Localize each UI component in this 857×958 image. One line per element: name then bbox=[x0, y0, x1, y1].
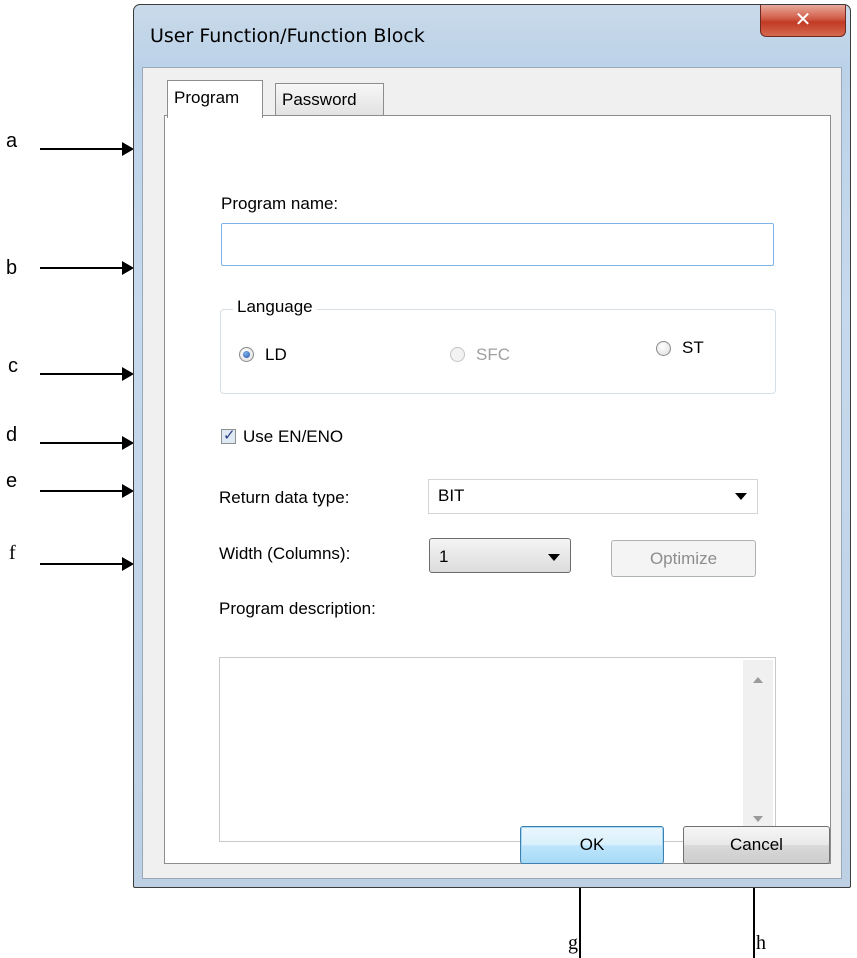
callout-e-arrow bbox=[40, 484, 134, 498]
callout-h: h bbox=[756, 932, 766, 954]
return-type-dropdown[interactable]: BIT bbox=[428, 479, 758, 514]
callout-a-arrow bbox=[40, 142, 134, 156]
optimize-button[interactable]: Optimize bbox=[611, 540, 756, 577]
dialog-window: User Function/Function Block ✕ Password … bbox=[133, 4, 851, 888]
checkmark-icon: ✓ bbox=[223, 426, 236, 444]
program-description-label: Program description: bbox=[219, 599, 376, 618]
width-columns-dropdown[interactable]: 1 bbox=[429, 538, 571, 573]
description-scrollbar[interactable] bbox=[743, 660, 773, 839]
return-type-value: BIT bbox=[438, 486, 465, 505]
radio-ld-label: LD bbox=[265, 345, 287, 364]
callout-d-arrow bbox=[40, 436, 134, 450]
width-columns-value: 1 bbox=[439, 547, 449, 566]
radio-ld[interactable] bbox=[239, 347, 254, 362]
radio-st[interactable] bbox=[656, 341, 671, 356]
callout-e: e bbox=[6, 470, 18, 492]
callout-f-arrow bbox=[40, 557, 134, 571]
callout-f: f bbox=[9, 542, 16, 564]
close-button[interactable]: ✕ bbox=[760, 5, 846, 37]
dialog-client-area: Password Program Program name: Language … bbox=[142, 67, 842, 879]
tab-password[interactable]: Password bbox=[275, 83, 384, 116]
scroll-down-arrow-icon[interactable] bbox=[753, 816, 763, 822]
callout-b-arrow bbox=[40, 261, 134, 275]
callout-g: g bbox=[568, 932, 578, 954]
chevron-down-icon bbox=[735, 493, 747, 500]
close-icon: ✕ bbox=[794, 7, 812, 31]
ok-button[interactable]: OK bbox=[520, 826, 664, 864]
callout-c: c bbox=[8, 355, 18, 377]
callout-d: d bbox=[6, 424, 18, 446]
return-type-label: Return data type: bbox=[219, 488, 350, 507]
callout-c-arrow bbox=[40, 367, 134, 381]
radio-st-label: ST bbox=[682, 338, 704, 357]
chevron-down-icon bbox=[548, 554, 560, 561]
program-name-input[interactable] bbox=[221, 223, 774, 266]
language-group: Language LD SFC ST bbox=[220, 297, 776, 394]
callout-a: a bbox=[6, 130, 18, 152]
radio-sfc[interactable] bbox=[450, 347, 465, 362]
program-tab-page: Program name: Language LD SFC ST ✓ Use E… bbox=[164, 115, 831, 864]
program-name-label: Program name: bbox=[221, 194, 339, 213]
tab-program[interactable]: Program bbox=[167, 80, 263, 118]
window-title: User Function/Function Block bbox=[150, 25, 425, 47]
radio-sfc-label: SFC bbox=[476, 345, 510, 364]
cancel-button[interactable]: Cancel bbox=[683, 826, 830, 864]
language-group-title: Language bbox=[233, 297, 317, 317]
use-en-eno-label: Use EN/ENO bbox=[243, 427, 344, 446]
use-en-eno-checkbox[interactable]: ✓ bbox=[221, 426, 236, 444]
scroll-up-arrow-icon[interactable] bbox=[753, 677, 763, 683]
callout-b: b bbox=[6, 257, 18, 279]
program-description-textarea[interactable] bbox=[219, 657, 776, 842]
width-columns-label: Width (Columns): bbox=[219, 544, 351, 563]
